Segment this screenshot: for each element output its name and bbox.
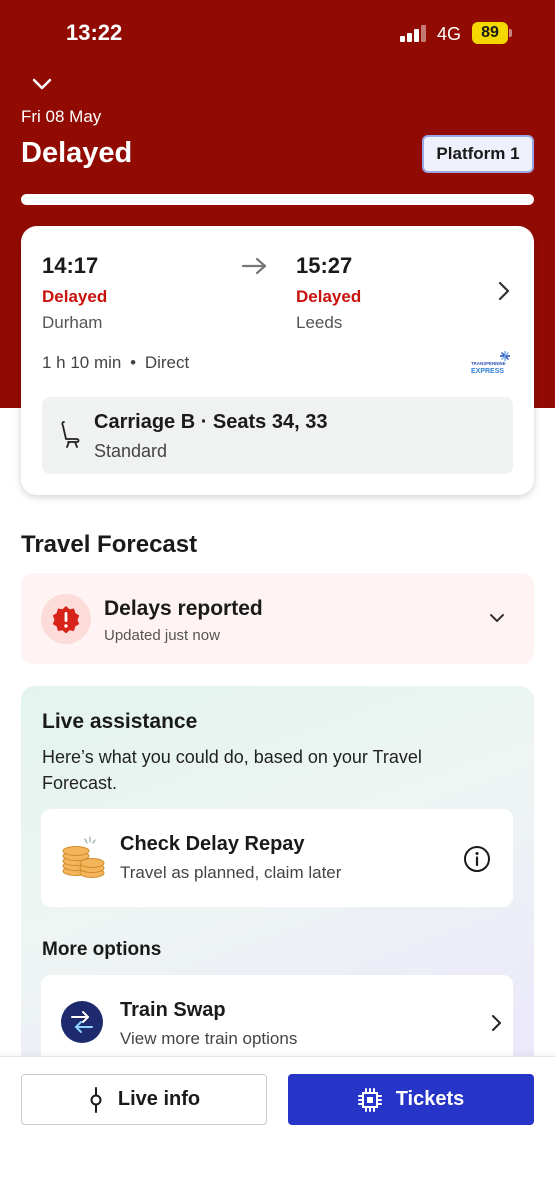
travel-forecast-heading: Travel Forecast — [21, 531, 198, 558]
journey-progress-bar — [21, 194, 534, 205]
departure-time: 14:17 — [42, 253, 99, 278]
chevron-right-icon[interactable] — [489, 1013, 503, 1033]
alert-icon — [52, 606, 80, 633]
operator-logo-line2: EXPRESS — [471, 368, 504, 375]
signal-icon — [400, 24, 428, 42]
operator-logo: TRANSPENNINE EXPRESS — [471, 351, 510, 375]
live-assistance-description: Here’s what you could do, based on your … — [42, 747, 422, 793]
tickets-button[interactable]: Tickets — [288, 1074, 534, 1125]
chevron-down-icon[interactable] — [488, 611, 506, 625]
journey-card[interactable]: 14:17 Delayed Durham 15:27 Delayed Leeds… — [21, 226, 534, 495]
info-icon[interactable] — [463, 845, 491, 873]
train-swap-subtitle: View more train options — [120, 1029, 298, 1048]
train-swap-icon — [61, 1001, 103, 1043]
status-time: 13:22 — [66, 20, 123, 45]
live-info-label: Live info — [117, 1088, 201, 1110]
arrival-status: Delayed — [296, 287, 362, 306]
live-info-button[interactable]: Live info — [21, 1074, 267, 1125]
seat-info: Carriage B · Seats 34, 33 Standard — [42, 397, 513, 474]
ticket-icon — [357, 1087, 382, 1112]
delays-reported-card[interactable]: Delays reported Updated just now — [21, 573, 534, 664]
journey-type: Direct — [144, 353, 190, 372]
seat-class: Standard — [94, 441, 168, 461]
seat-icon — [61, 421, 80, 448]
departure-status: Delayed — [42, 287, 108, 306]
operator-logo-line1: TRANSPENNINE — [471, 361, 506, 366]
arrival-time: 15:27 — [296, 253, 353, 278]
train-swap-title: Train Swap — [120, 999, 226, 1021]
delay-repay-title: Check Delay Repay — [120, 833, 305, 855]
journey-status-title: Delayed — [21, 137, 133, 169]
live-assistance-card: Live assistance Here’s what you could do… — [21, 686, 534, 1066]
journey-date: Fri 08 May — [21, 107, 102, 126]
departure-station: Durham — [42, 313, 103, 332]
live-assistance-title: Live assistance — [42, 710, 198, 733]
battery-tip — [509, 29, 512, 37]
journey-duration-line: 1 h 10 min • Direct — [42, 353, 189, 373]
train-swap-card[interactable]: Train Swap View more train options — [41, 975, 513, 1066]
delays-reported-title: Delays reported — [104, 597, 263, 620]
more-options-heading: More options — [42, 939, 162, 960]
network-type: 4G — [437, 24, 462, 44]
delay-repay-card[interactable]: Check Delay Repay Travel as planned, cla… — [41, 809, 513, 907]
chevron-right-icon[interactable] — [495, 280, 513, 302]
arrival-station: Leeds — [296, 313, 343, 332]
bottom-action-bar: Live info Tickets — [0, 1056, 555, 1200]
delays-updated-text: Updated just now — [104, 627, 220, 644]
delay-repay-subtitle: Travel as planned, claim later — [120, 863, 342, 882]
tickets-label: Tickets — [395, 1088, 465, 1110]
live-info-icon — [90, 1086, 102, 1113]
collapse-chevron-icon[interactable] — [30, 72, 54, 96]
battery-icon: 89 — [472, 22, 508, 44]
coins-icon — [62, 836, 105, 878]
journey-duration: 1 h 10 min — [42, 353, 122, 372]
status-bar: 13:22 4G 89 — [0, 0, 555, 66]
seat-title: Carriage B · Seats 34, 33 — [94, 411, 328, 433]
platform-badge: Platform 1 — [422, 135, 534, 173]
arrow-right-icon — [241, 257, 267, 275]
separator-dot: • — [130, 353, 137, 372]
